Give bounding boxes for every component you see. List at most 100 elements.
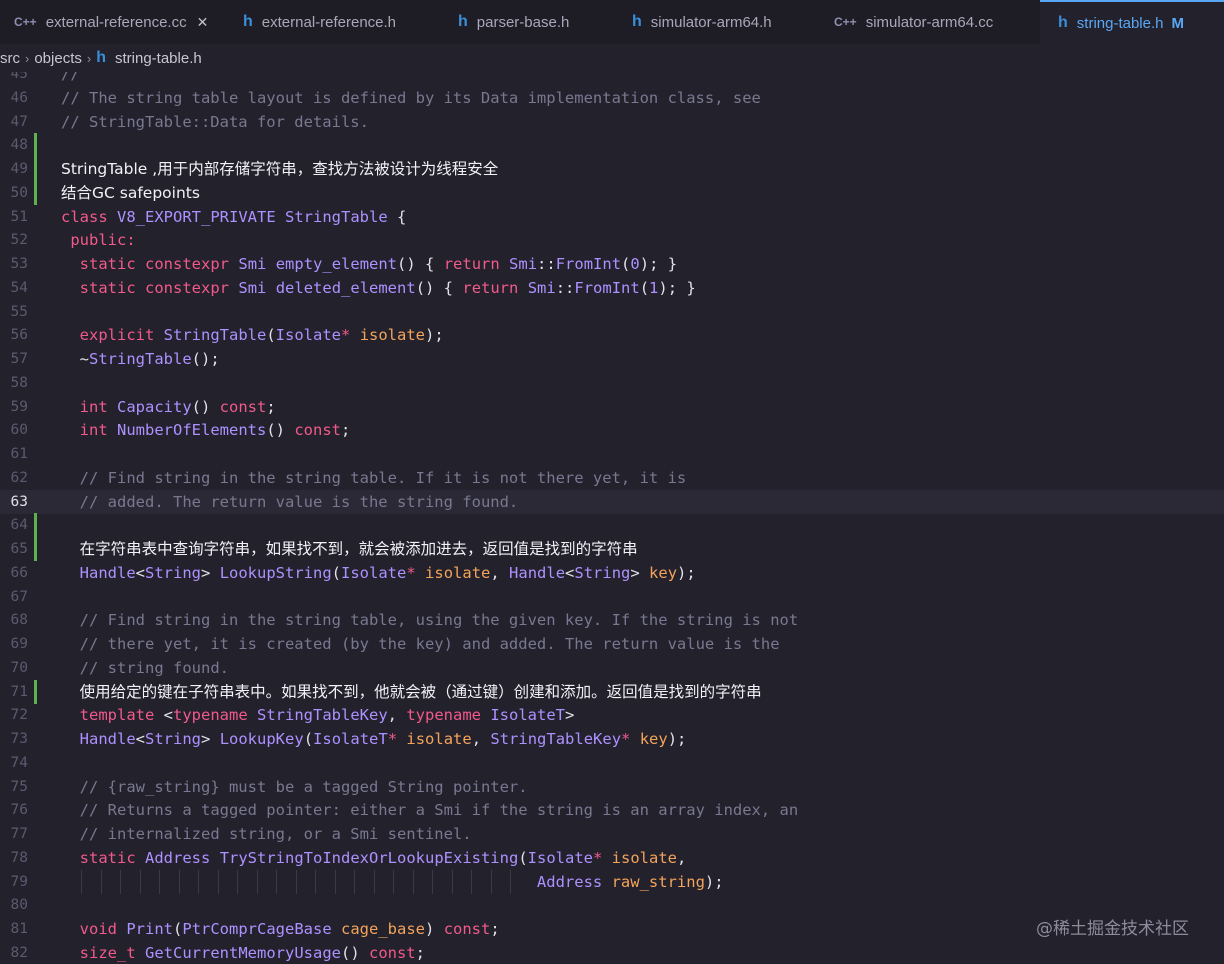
code-line[interactable]: 79 Address raw_string); (0, 869, 1224, 894)
tab-label: external-reference.cc (45, 13, 187, 31)
code-text: 在字符串表中查询字符串，如果找不到，就会被添加进去，返回值是找到的字符串 (79, 540, 638, 558)
code-text: // The string table layout is defined by… (61, 88, 761, 107)
code-text: // Find string in the string table, usin… (79, 611, 799, 630)
watermark: @稀土掘金技术社区 (1036, 919, 1189, 939)
code-line[interactable]: 45 // (0, 72, 1224, 86)
chevron-right-icon: › (25, 50, 30, 66)
code-line[interactable]: 70 // string found. (0, 656, 1224, 680)
code-text: 使用给定的键在子符串表中。如果找不到，他就会被（通过键）创建和添加。返回值是找到… (79, 682, 762, 701)
line-number: 73 (10, 731, 28, 747)
code-line[interactable]: 71 使用给定的键在子符串表中。如果找不到，他就会被（通过键）创建和添加。返回值… (0, 679, 1224, 704)
code-line[interactable]: 75 // {raw_string} must be a tagged Stri… (0, 775, 1224, 799)
code-text: static constexpr Smi empty_element() { r… (79, 255, 678, 273)
line-number: 64 (10, 517, 28, 534)
header-file-icon: h (632, 13, 642, 30)
git-change-marker (34, 679, 37, 704)
code-line[interactable]: 52 public: (0, 228, 1224, 252)
line-number: 66 (10, 564, 28, 581)
cpp-file-icon: C++ (834, 15, 857, 29)
line-number: 49 (10, 161, 28, 177)
code-line[interactable]: 67 (0, 585, 1224, 609)
code-text: template <typename StringTableKey, typen… (79, 706, 575, 725)
code-line[interactable]: 53 static constexpr Smi empty_element() … (0, 252, 1224, 276)
line-number: 63 (10, 493, 28, 510)
code-text: // internalized string, or a Smi sentine… (79, 825, 472, 843)
breadcrumb: src › objects › h string-table.h (0, 44, 1224, 72)
git-change-marker (34, 537, 37, 561)
code-text: // (61, 72, 80, 83)
tab-label: simulator-arm64.cc (865, 13, 994, 31)
line-number: 75 (10, 778, 28, 795)
code-text: static Address TryStringToIndexOrLookupE… (79, 848, 687, 867)
tab-parser-base-h[interactable]: h parser-base.h (440, 0, 614, 44)
code-line[interactable]: 68 // Find string in the string table, u… (0, 608, 1224, 632)
code-line[interactable]: 46 // The string table layout is defined … (0, 86, 1224, 110)
line-number: 54 (10, 279, 28, 296)
code-line[interactable]: 72 template <typename StringTableKey, ty… (0, 703, 1224, 727)
line-number: 82 (10, 944, 28, 961)
code-line[interactable]: 76 // Returns a tagged pointer: either a… (0, 798, 1224, 822)
code-editor[interactable]: 45 // 46 // The string table layout is defi… (0, 72, 1224, 964)
code-line[interactable]: 48 (0, 133, 1224, 158)
tab-external-reference-h[interactable]: h external-reference.h (225, 0, 440, 44)
code-line[interactable]: 55 (0, 300, 1224, 324)
line-number: 69 (10, 636, 28, 652)
code-line[interactable]: 58 (0, 371, 1224, 395)
git-change-marker (34, 133, 37, 158)
line-number: 60 (10, 422, 28, 439)
code-line[interactable]: 78 static Address TryStringToIndexOrLook… (0, 846, 1224, 870)
code-text: // Find string in the string table. If i… (79, 468, 687, 487)
line-number: 78 (10, 849, 28, 866)
tab-simulator-arm64-h[interactable]: h simulator-arm64.h (614, 0, 816, 44)
code-line[interactable]: 47 // StringTable::Data for details. (0, 110, 1224, 134)
breadcrumb-item[interactable]: objects (34, 50, 82, 67)
close-icon[interactable]: ✕ (197, 14, 209, 31)
code-line[interactable]: 73 Handle<String> LookupKey(IsolateT* is… (0, 727, 1224, 751)
code-line[interactable]: 64 (0, 513, 1224, 538)
line-number: 76 (10, 802, 28, 819)
breadcrumb-item[interactable]: string-table.h (115, 50, 202, 67)
code-text: // Returns a tagged pointer: either a Sm… (79, 801, 799, 820)
tab-external-reference-cc[interactable]: C++ external-reference.cc ✕ (0, 0, 225, 44)
line-number: 45 (10, 72, 28, 82)
code-line[interactable]: 57 ~StringTable(); (0, 347, 1224, 371)
code-line[interactable]: 51 class V8_EXPORT_PRIVATE StringTable { (0, 205, 1224, 229)
code-text: explicit StringTable(Isolate* isolate); (79, 326, 444, 345)
breadcrumb-item[interactable]: src (0, 50, 20, 67)
code-line[interactable]: 60 int NumberOfElements() const; (0, 418, 1224, 442)
tab-string-table-h[interactable]: h string-table.h M (1040, 0, 1224, 44)
line-number: 77 (10, 826, 28, 842)
code-line[interactable]: 50 结合GC safepoints (0, 180, 1224, 205)
line-number: 58 (10, 374, 28, 391)
code-text: // {raw_string} must be a tagged String … (79, 777, 528, 796)
tab-simulator-arm64-cc[interactable]: C++ simulator-arm64.cc (816, 0, 1040, 44)
header-file-icon: h (243, 13, 253, 30)
code-line[interactable]: 69 // there yet, it is created (by the k… (0, 632, 1224, 656)
cpp-file-icon: C++ (14, 15, 37, 29)
line-number: 74 (10, 754, 28, 771)
code-line[interactable]: 65 在字符串表中查询字符串，如果找不到，就会被添加进去，返回值是找到的字符串 (0, 537, 1224, 561)
modified-badge: M (1171, 14, 1185, 32)
line-number: 46 (10, 89, 28, 106)
code-line[interactable]: 66 Handle<String> LookupString(Isolate* … (0, 561, 1224, 585)
code-line[interactable]: 82 size_t GetCurrentMemoryUsage() const; (0, 941, 1224, 964)
line-number: 48 (10, 137, 28, 154)
code-line[interactable]: 62 // Find string in the string table. I… (0, 466, 1224, 490)
code-line[interactable]: 56 explicit StringTable(Isolate* isolate… (0, 323, 1224, 347)
code-line[interactable]: 59 int Capacity() const; (0, 395, 1224, 419)
code-line[interactable]: 49 StringTable ,用于内部存储字符串，查找方法被设计为线程安全 (0, 157, 1224, 181)
code-text: Handle<String> LookupKey(IsolateT* isola… (79, 730, 687, 748)
git-change-marker (34, 157, 37, 181)
line-number: 57 (10, 351, 28, 367)
code-line[interactable]: 54 static constexpr Smi deleted_element(… (0, 276, 1224, 300)
code-line[interactable]: 63 // added. The return value is the str… (0, 489, 1224, 514)
code-text: static constexpr Smi deleted_element() {… (79, 278, 696, 297)
code-line[interactable]: 77 // internalized string, or a Smi sent… (0, 822, 1224, 846)
code-line[interactable]: 74 (0, 751, 1224, 775)
line-number: 62 (10, 469, 28, 486)
line-number: 56 (10, 327, 28, 344)
code-text: size_t GetCurrentMemoryUsage() const; (79, 943, 425, 962)
tab-label: simulator-arm64.h (650, 13, 772, 31)
code-line[interactable]: 61 (0, 442, 1224, 466)
line-number: 59 (10, 398, 28, 415)
